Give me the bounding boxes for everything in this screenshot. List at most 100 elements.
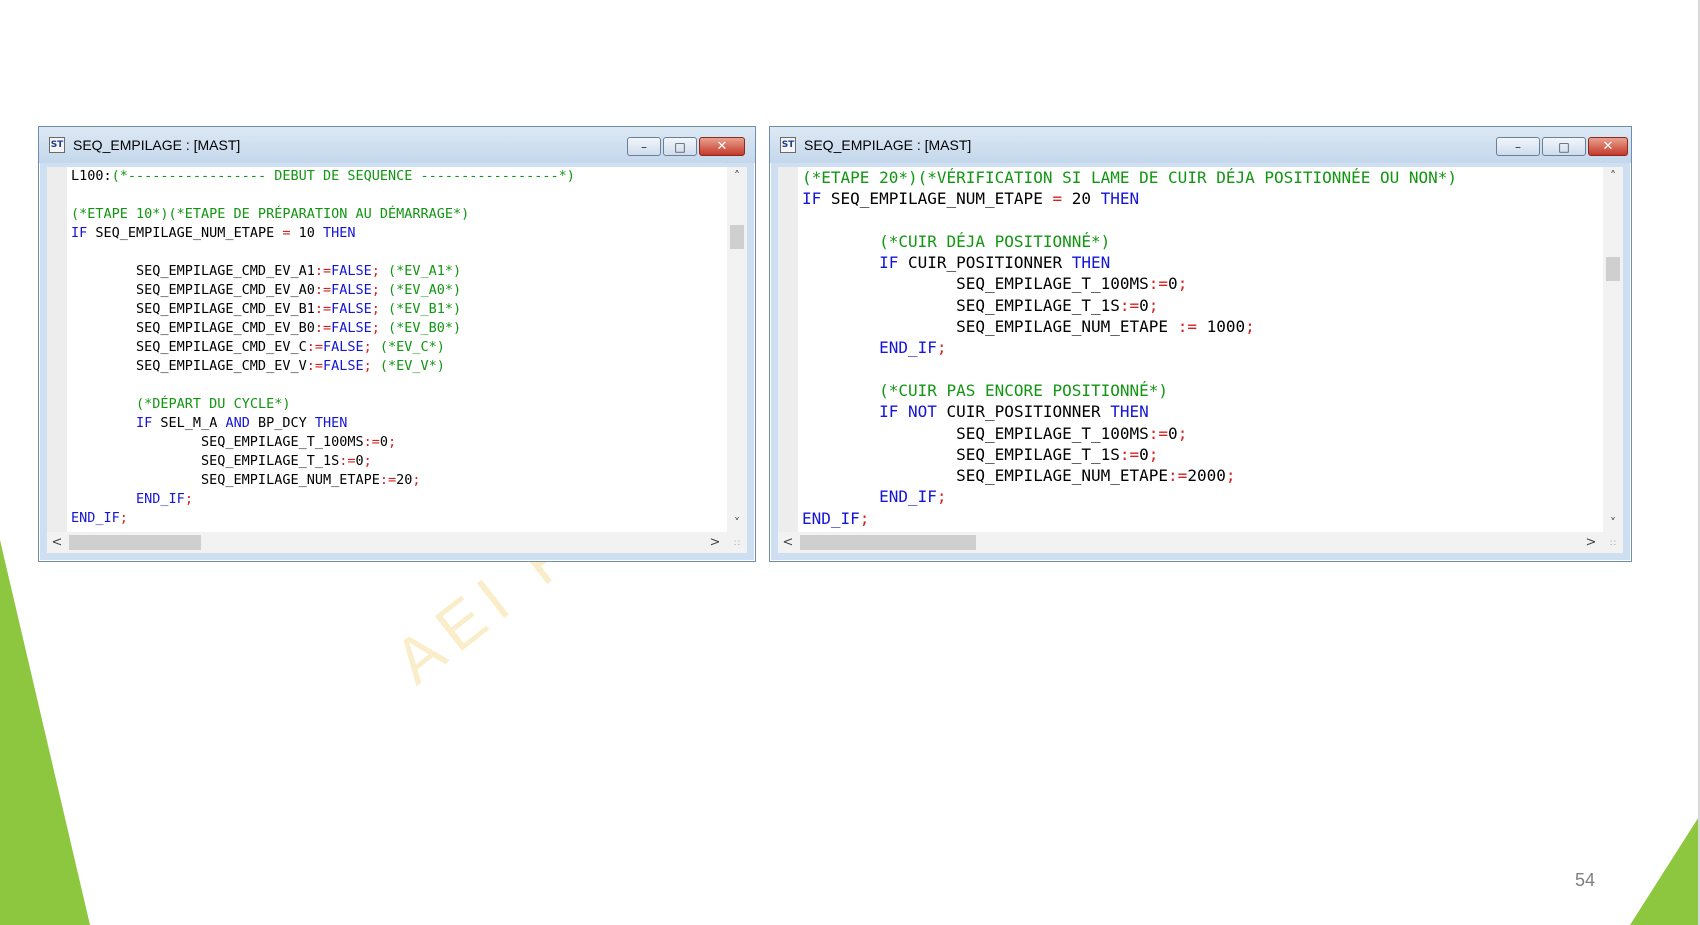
scroll-down-icon[interactable]: ˅ xyxy=(727,514,747,532)
keyword-token: NOT xyxy=(907,402,937,422)
code-line: END_IF; xyxy=(71,490,723,509)
code-line: SEQ_EMPILAGE_NUM_ETAPE:=2000; xyxy=(802,465,1599,486)
window-titlebar[interactable]: ST SEQ_EMPILAGE : [MAST] – □ ✕ xyxy=(39,127,755,163)
code-token: SEL_M_A xyxy=(152,415,226,431)
code-line: (*CUIR PAS ENCORE POSITIONNÉ*) xyxy=(802,380,1599,401)
keyword-token: END_IF xyxy=(136,491,185,507)
close-button[interactable]: ✕ xyxy=(1588,137,1628,156)
comment-token: (*EV_B0*) xyxy=(388,320,462,336)
code-token: 20 xyxy=(1062,189,1101,209)
scroll-right-icon[interactable]: > xyxy=(1581,532,1601,553)
code-line: SEQ_EMPILAGE_CMD_EV_V:=FALSE; (*EV_V*) xyxy=(71,357,723,376)
code-token: 0 xyxy=(355,453,364,469)
keyword-token: THEN xyxy=(1110,402,1149,422)
maximize-button[interactable]: □ xyxy=(663,137,697,156)
keyword-token: END_IF xyxy=(879,487,937,507)
code-token: L100: xyxy=(71,168,112,184)
horizontal-scrollbar[interactable]: < > ∷ xyxy=(47,532,747,553)
operator-token: := xyxy=(339,453,356,469)
operator-token: ; xyxy=(936,338,947,358)
code-line: (*ETAPE 20*)(*VÉRIFICATION SI LAME DE CU… xyxy=(802,167,1599,188)
editor-window-right: ST SEQ_EMPILAGE : [MAST] – □ ✕ (*ETAPE 2… xyxy=(769,126,1632,562)
keyword-token: AND xyxy=(225,415,250,431)
resize-grip-icon[interactable]: ∷ xyxy=(1603,532,1623,553)
code-line: (*ETAPE 10*)(*ETAPE DE PRÉPARATION AU DÉ… xyxy=(71,205,723,224)
operator-token: ; xyxy=(363,453,372,469)
code-area[interactable]: (*ETAPE 20*)(*VÉRIFICATION SI LAME DE CU… xyxy=(802,167,1599,532)
vertical-scrollbar[interactable]: ˄ ˅ xyxy=(727,167,747,532)
code-line: SEQ_EMPILAGE_T_100MS:=0; xyxy=(802,423,1599,444)
code-token: 10 xyxy=(290,225,323,241)
code-token: SEQ_EMPILAGE_NUM_ETAPE xyxy=(71,472,380,488)
keyword-token: THEN xyxy=(1071,253,1111,273)
comment-token: (*EV_V*) xyxy=(379,358,445,374)
operator-token: ; xyxy=(1245,317,1255,337)
horizontal-scroll-thumb[interactable] xyxy=(69,535,201,550)
scroll-right-icon[interactable]: > xyxy=(705,532,725,553)
operator-token: ; xyxy=(363,358,372,374)
code-editor[interactable]: L100:(*----------------- DEBUT DE SEQUEN… xyxy=(47,167,747,553)
operator-token: := xyxy=(314,320,332,336)
code-token: SEQ_EMPILAGE_T_100MS xyxy=(802,423,1149,443)
keyword-token: THEN xyxy=(1100,189,1140,209)
operator-token: := xyxy=(363,434,380,450)
keyword-token: FALSE xyxy=(322,358,364,374)
operator-token: ; xyxy=(859,508,870,528)
window-titlebar[interactable]: ST SEQ_EMPILAGE : [MAST] – □ ✕ xyxy=(770,127,1631,163)
horizontal-scroll-thumb[interactable] xyxy=(800,535,976,550)
resize-grip-icon[interactable]: ∷ xyxy=(727,532,747,553)
vertical-scrollbar[interactable]: ˄ ˅ xyxy=(1603,167,1623,532)
st-file-icon: ST xyxy=(780,137,796,153)
code-token: SEQ_EMPILAGE_CMD_EV_A1 xyxy=(71,263,315,279)
keyword-token: IF xyxy=(879,402,899,422)
operator-token: ; xyxy=(412,472,421,488)
operator-token: ; xyxy=(371,320,380,336)
vertical-scroll-thumb[interactable] xyxy=(730,225,744,249)
vertical-scroll-thumb[interactable] xyxy=(1606,257,1620,281)
operator-token: := xyxy=(306,358,323,374)
comment-token: (*CUIR DÉJA POSITIONNÉ*) xyxy=(879,231,1111,251)
code-line: END_IF; xyxy=(802,486,1599,507)
close-button[interactable]: ✕ xyxy=(699,137,745,156)
scroll-left-icon[interactable]: < xyxy=(47,532,67,553)
code-editor[interactable]: (*ETAPE 20*)(*VÉRIFICATION SI LAME DE CU… xyxy=(778,167,1623,553)
code-line: SEQ_EMPILAGE_CMD_EV_B1:=FALSE; (*EV_B1*) xyxy=(71,300,723,319)
code-line: SEQ_EMPILAGE_T_100MS:=0; xyxy=(802,273,1599,294)
code-line: SEQ_EMPILAGE_CMD_EV_A1:=FALSE; (*EV_A1*) xyxy=(71,262,723,281)
keyword-token: FALSE xyxy=(331,301,372,317)
scroll-up-icon[interactable]: ˄ xyxy=(727,167,747,185)
maximize-button[interactable]: □ xyxy=(1542,137,1586,156)
code-line: SEQ_EMPILAGE_CMD_EV_B0:=FALSE; (*EV_B0*) xyxy=(71,319,723,338)
editor-gutter xyxy=(778,167,798,532)
minimize-button[interactable]: – xyxy=(1496,137,1540,156)
keyword-token: END_IF xyxy=(879,338,937,358)
code-line: SEQ_EMPILAGE_T_100MS:=0; xyxy=(71,433,723,452)
keyword-token: FALSE xyxy=(331,282,372,298)
code-token: SEQ_EMPILAGE_CMD_EV_B0 xyxy=(71,320,315,336)
code-token: SEQ_EMPILAGE_CMD_EV_V xyxy=(71,358,307,374)
code-line: (*CUIR DÉJA POSITIONNÉ*) xyxy=(802,231,1599,252)
scroll-up-icon[interactable]: ˄ xyxy=(1603,167,1623,185)
comment-token: (*DÉPART DU CYCLE*) xyxy=(136,396,291,412)
operator-token: ; xyxy=(388,434,397,450)
code-token: CUIR_POSITIONNER xyxy=(936,402,1111,422)
code-token: 0 xyxy=(1168,274,1178,294)
minimize-button[interactable]: – xyxy=(627,137,661,156)
horizontal-scrollbar[interactable]: < > ∷ xyxy=(778,532,1623,553)
operator-token: ; xyxy=(371,263,380,279)
scroll-down-icon[interactable]: ˅ xyxy=(1603,514,1623,532)
scroll-left-icon[interactable]: < xyxy=(778,532,798,553)
code-area[interactable]: L100:(*----------------- DEBUT DE SEQUEN… xyxy=(71,167,723,532)
operator-token: := xyxy=(1177,317,1197,337)
keyword-token: THEN xyxy=(314,415,348,431)
green-triangle-decoration-right xyxy=(1630,815,1700,925)
code-line: SEQ_EMPILAGE_NUM_ETAPE:=20; xyxy=(71,471,723,490)
code-token: SEQ_EMPILAGE_NUM_ETAPE xyxy=(802,466,1169,486)
code-line: END_IF; xyxy=(71,509,723,528)
